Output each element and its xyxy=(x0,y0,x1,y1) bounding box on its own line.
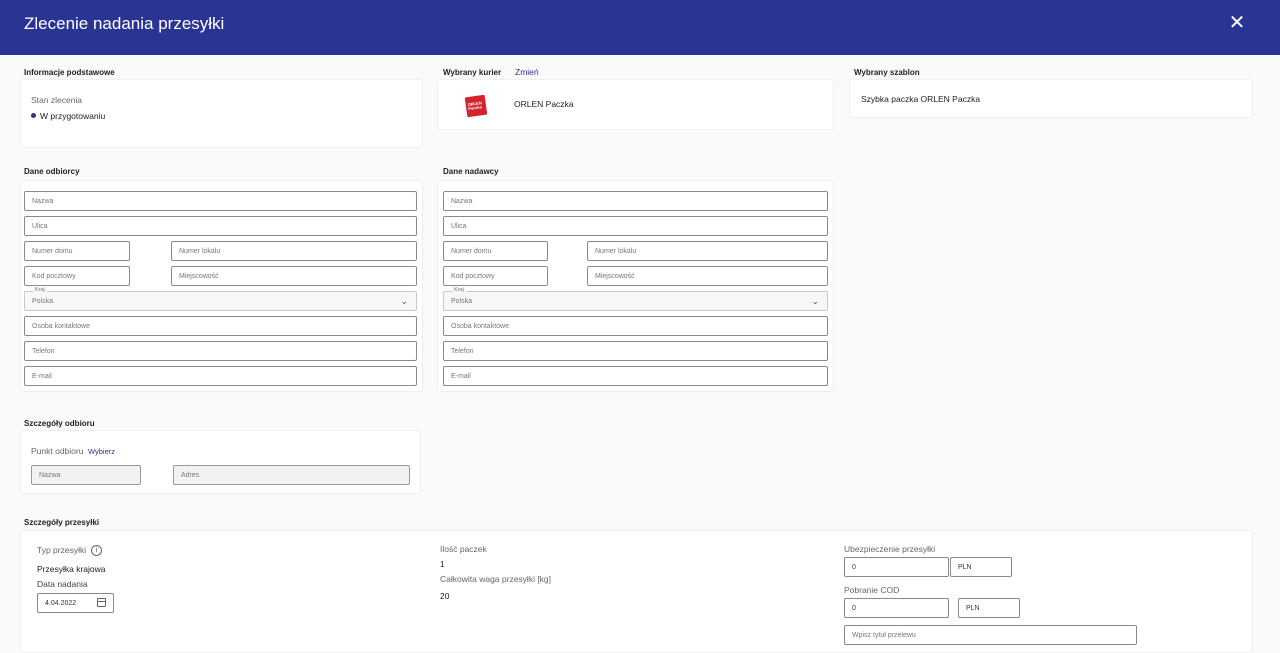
recipient-city-input[interactable]: Miejscowość xyxy=(171,266,417,286)
send-date-input[interactable]: 4.04.2022 xyxy=(37,593,114,613)
recipient-house-input[interactable]: Numer domu xyxy=(24,241,130,261)
recipient-name-input[interactable]: Nazwa xyxy=(24,191,417,211)
recipient-contact-input[interactable]: Osoba kontaktowe xyxy=(24,316,417,336)
chevron-down-icon: ⌄ xyxy=(811,296,819,306)
cod-currency-select[interactable]: PLN xyxy=(958,598,1020,618)
shipment-type-label: Typ przesyłki xyxy=(37,545,87,555)
courier-name: ORLEN Paczka xyxy=(514,99,574,109)
sender-house-input[interactable]: Numer domu xyxy=(443,241,548,261)
recipient-country-select[interactable]: Kraj Polska ⌄ xyxy=(24,287,417,311)
recipient-phone-input[interactable]: Telefon xyxy=(24,341,417,361)
info-icon[interactable]: i xyxy=(91,545,102,556)
sender-title: Dane nadawcy xyxy=(443,167,499,176)
recipient-postal-input[interactable]: Kod pocztowy xyxy=(24,266,130,286)
sender-country-label: Kraj xyxy=(452,287,466,294)
status-label: Stan zlecenia xyxy=(31,95,83,105)
orlen-paczka-logo: ORLEN Paczka xyxy=(464,94,488,118)
calendar-icon[interactable] xyxy=(97,598,106,607)
sender-email-input[interactable]: E-mail xyxy=(443,366,828,386)
sender-phone-input[interactable]: Telefon xyxy=(443,341,828,361)
basic-info-card: Stan zlecenia W przygotowaniu xyxy=(20,79,423,148)
recipient-email-input[interactable]: E-mail xyxy=(24,366,417,386)
sender-country-select[interactable]: Kraj Polska ⌄ xyxy=(443,287,828,311)
template-card: Szybka paczka ORLEN Paczka xyxy=(849,79,1253,118)
recipient-flat-input[interactable]: Numer lokalu xyxy=(171,241,417,261)
cod-value-input[interactable]: 0 xyxy=(844,598,949,618)
send-date-label: Data nadania xyxy=(37,579,88,589)
template-name: Szybka paczka ORLEN Paczka xyxy=(861,94,981,104)
sender-name-input[interactable]: Nazwa xyxy=(443,191,828,211)
change-courier-link[interactable]: Zmień xyxy=(515,67,539,77)
package-count-label: Ilość paczek xyxy=(440,544,487,554)
template-title: Wybrany szablon xyxy=(854,68,920,77)
insurance-label: Ubezpieczenie przesyłki xyxy=(844,544,936,554)
status-value: W przygotowaniu xyxy=(40,111,106,121)
insurance-currency-select[interactable]: PLN xyxy=(950,557,1012,577)
pickup-point-label: Punkt odbioru xyxy=(31,446,84,456)
close-icon[interactable]: ✕ xyxy=(1226,12,1248,34)
sender-street-input[interactable]: Ulica xyxy=(443,216,828,236)
logo-text: ORLEN Paczka xyxy=(467,100,483,112)
courier-title: Wybrany kurier xyxy=(443,68,502,77)
sender-flat-input[interactable]: Numer lokalu xyxy=(587,241,828,261)
recipient-country-label: Kraj xyxy=(33,287,47,294)
pickup-name-input[interactable]: Nazwa xyxy=(31,465,141,485)
total-weight-value: 20 xyxy=(440,591,450,601)
sender-postal-input[interactable]: Kod pocztowy xyxy=(443,266,548,286)
dialog-header: Zlecenie nadania przesyłki ✕ xyxy=(0,0,1280,55)
recipient-title: Dane odbiorcy xyxy=(24,167,80,176)
recipient-street-input[interactable]: Ulica xyxy=(24,216,417,236)
total-weight-label: Całkowita waga przesyłki [kg] xyxy=(440,574,552,584)
transfer-title-input[interactable]: Wpisz tytuł przelewu xyxy=(844,625,1137,645)
insurance-value-input[interactable]: 0 xyxy=(844,557,949,577)
pickup-title: Szczegóły odbioru xyxy=(24,419,95,428)
sender-city-input[interactable]: Miejscowość xyxy=(587,266,828,286)
status-dot xyxy=(31,113,36,118)
shipment-title: Szczegóły przesyłki xyxy=(24,518,100,527)
pickup-address-input[interactable]: Adres xyxy=(173,465,410,485)
basic-info-title: Informacje podstawowe xyxy=(24,68,115,77)
cod-label: Pobranie COD xyxy=(844,585,900,595)
chevron-down-icon: ⌄ xyxy=(400,296,408,306)
dialog-title: Zlecenie nadania przesyłki xyxy=(24,14,225,33)
choose-pickup-link[interactable]: Wybierz xyxy=(88,447,115,456)
shipment-type-value: Przesyłka krajowa xyxy=(37,564,106,574)
sender-contact-input[interactable]: Osoba kontaktowe xyxy=(443,316,828,336)
courier-card: ORLEN Paczka ORLEN Paczka xyxy=(437,79,834,130)
package-count-value: 1 xyxy=(440,559,445,569)
